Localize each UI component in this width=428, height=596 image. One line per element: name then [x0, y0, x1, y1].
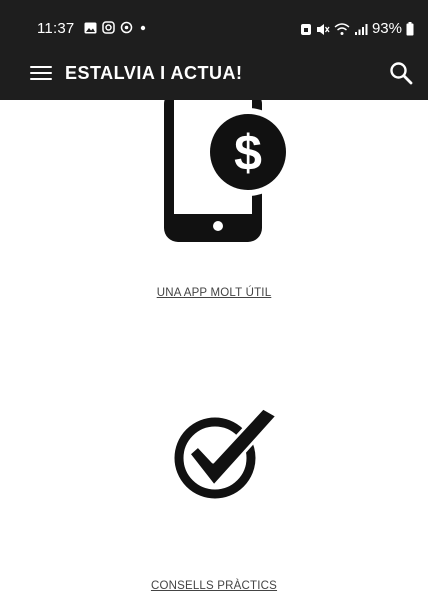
- svg-text:$: $: [234, 125, 262, 181]
- link-una-app-molt-util[interactable]: UNA APP MOLT ÚTIL: [0, 287, 428, 299]
- battery-percent: 93%: [371, 20, 402, 37]
- battery-icon: [406, 22, 414, 36]
- status-bar: 11:37 93%: [0, 0, 428, 48]
- phone-dollar-icon[interactable]: $: [158, 100, 292, 242]
- gallery-icon: [84, 22, 97, 33]
- app-screen: 11:37 93% ESTALVIA I ACTUA! $ UNA APP MO…: [0, 0, 428, 596]
- dot-icon: [140, 25, 146, 30]
- app-title: ESTALVIA I ACTUA!: [65, 63, 243, 83]
- checkmark-circle-icon[interactable]: [165, 404, 281, 500]
- sync-icon: [120, 21, 133, 34]
- signal-icon: [354, 23, 368, 35]
- app-bar: ESTALVIA I ACTUA!: [0, 48, 428, 100]
- status-left-icons: [84, 21, 148, 34]
- alarm-icon: [300, 23, 311, 35]
- hamburger-menu-icon[interactable]: [30, 64, 52, 82]
- wifi-icon: [334, 22, 350, 35]
- status-right-group: 93%: [300, 19, 414, 39]
- search-icon[interactable]: [388, 60, 414, 86]
- mute-icon: [316, 23, 330, 35]
- content-area: $ UNA APP MOLT ÚTIL CONSELLS PRÀCTICS: [0, 100, 428, 596]
- link-consells-practics[interactable]: CONSELLS PRÀCTICS: [0, 580, 428, 592]
- status-time: 11:37: [37, 20, 75, 37]
- instagram-icon: [102, 21, 115, 34]
